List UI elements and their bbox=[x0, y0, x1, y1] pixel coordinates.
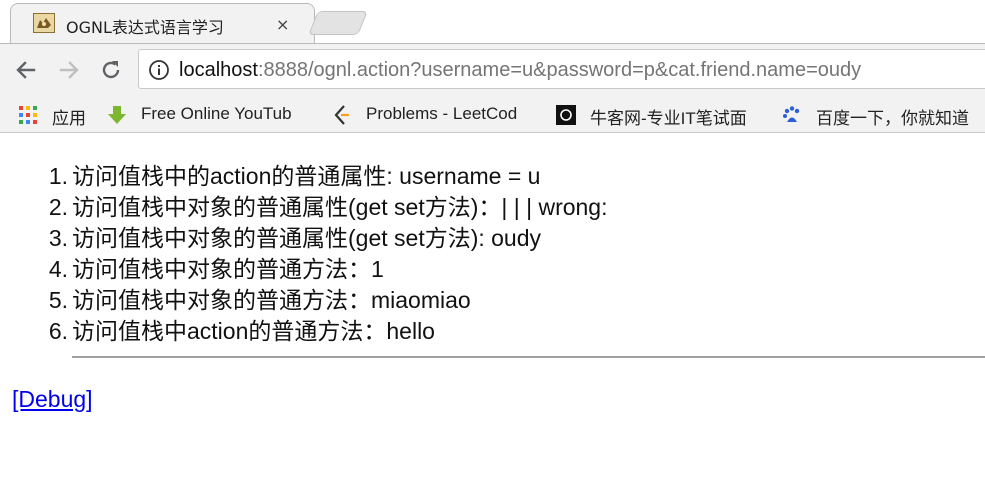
baidu-paw-icon bbox=[783, 106, 800, 122]
apps-grid-icon bbox=[19, 106, 37, 124]
list-number: 4. bbox=[48, 256, 68, 282]
list-item: 2. 访问值栈中对象的普通属性(get set方法)：| | | wrong: bbox=[49, 192, 608, 223]
bookmark-label: 百度一下，你就知道 bbox=[816, 109, 969, 127]
url-text[interactable]: localhost:8888/ognl.action?username=u&pa… bbox=[179, 59, 861, 82]
list-item-text: 访问值栈中对象的普通方法：1 bbox=[72, 256, 384, 282]
list-item-text: 访问值栈中action的普通方法：hello bbox=[72, 318, 435, 344]
horizontal-rule bbox=[72, 356, 985, 358]
list-number: 1. bbox=[48, 163, 68, 189]
url-path: :8888/ognl.action?username=u&password=p&… bbox=[257, 59, 862, 81]
tomcat-favicon-icon bbox=[33, 13, 55, 33]
list-item-text: 访问值栈中的action的普通属性: username = u bbox=[72, 163, 541, 189]
bookmark-leetcode[interactable]: Problems - LeetCod bbox=[332, 103, 538, 127]
forward-arrow-icon bbox=[59, 61, 79, 79]
list-item: 4. 访问值栈中对象的普通方法：1 bbox=[49, 254, 608, 285]
back-arrow-icon bbox=[16, 61, 36, 79]
new-tab-button[interactable] bbox=[308, 11, 368, 35]
browser-tab[interactable]: OGNL表达式语言学习 × bbox=[10, 3, 315, 43]
nowcoder-icon bbox=[556, 105, 576, 125]
list-item: 5. 访问值栈中对象的普通方法：miaomiao bbox=[49, 285, 608, 316]
info-icon[interactable] bbox=[148, 59, 170, 81]
list-item-text: 访问值栈中对象的普通属性(get set方法)：| | | wrong: bbox=[72, 194, 608, 220]
tab-title: OGNL表达式语言学习 bbox=[66, 18, 224, 37]
leetcode-icon bbox=[334, 105, 349, 125]
bookmark-nowcoder[interactable]: 牛客网-专业IT笔试面 bbox=[556, 103, 760, 127]
list-item: 6. 访问值栈中action的普通方法：hello bbox=[49, 316, 608, 347]
bookmark-apps[interactable]: 应用 bbox=[18, 103, 98, 127]
bookmark-baidu[interactable]: 百度一下，你就知道 bbox=[782, 103, 982, 127]
list-number: 2. bbox=[48, 194, 68, 220]
list-number: 6. bbox=[48, 318, 68, 344]
reload-icon bbox=[102, 61, 120, 79]
bookmark-label: 牛客网-专业IT笔试面 bbox=[590, 109, 747, 127]
bookmarks-bar: 应用 Free Online YouTub Problems - LeetCod… bbox=[0, 97, 985, 133]
result-list: 1. 访问值栈中的action的普通属性: username = u 2. 访问值栈… bbox=[49, 161, 608, 347]
tab-strip: OGNL表达式语言学习 × bbox=[0, 0, 985, 43]
debug-link[interactable]: [Debug] bbox=[12, 386, 93, 413]
bookmark-youtube[interactable]: Free Online YouTub bbox=[107, 103, 313, 127]
download-arrow-icon bbox=[108, 106, 126, 124]
list-item: 3. 访问值栈中对象的普通属性(get set方法): oudy bbox=[49, 223, 608, 254]
browser-toolbar: localhost:8888/ognl.action?username=u&pa… bbox=[0, 43, 985, 97]
page-content: 1. 访问值栈中的action的普通属性: username = u 2. 访问值栈… bbox=[0, 133, 985, 487]
bookmark-label: Problems - LeetCod bbox=[366, 104, 518, 123]
bookmark-label: 应用 bbox=[52, 109, 86, 127]
list-number: 5. bbox=[48, 287, 68, 313]
list-item: 1. 访问值栈中的action的普通属性: username = u bbox=[49, 161, 608, 192]
url-host: localhost bbox=[179, 59, 258, 81]
reload-button[interactable] bbox=[97, 56, 125, 84]
address-bar[interactable]: localhost:8888/ognl.action?username=u&pa… bbox=[138, 49, 985, 89]
bookmark-label: Free Online YouTub bbox=[141, 104, 292, 123]
list-item-text: 访问值栈中对象的普通属性(get set方法): oudy bbox=[72, 225, 542, 251]
tab-close-icon[interactable]: × bbox=[276, 15, 289, 34]
list-item-text: 访问值栈中对象的普通方法：miaomiao bbox=[72, 287, 471, 313]
list-number: 3. bbox=[48, 225, 68, 251]
back-button[interactable] bbox=[12, 56, 40, 84]
forward-button[interactable] bbox=[55, 56, 83, 84]
